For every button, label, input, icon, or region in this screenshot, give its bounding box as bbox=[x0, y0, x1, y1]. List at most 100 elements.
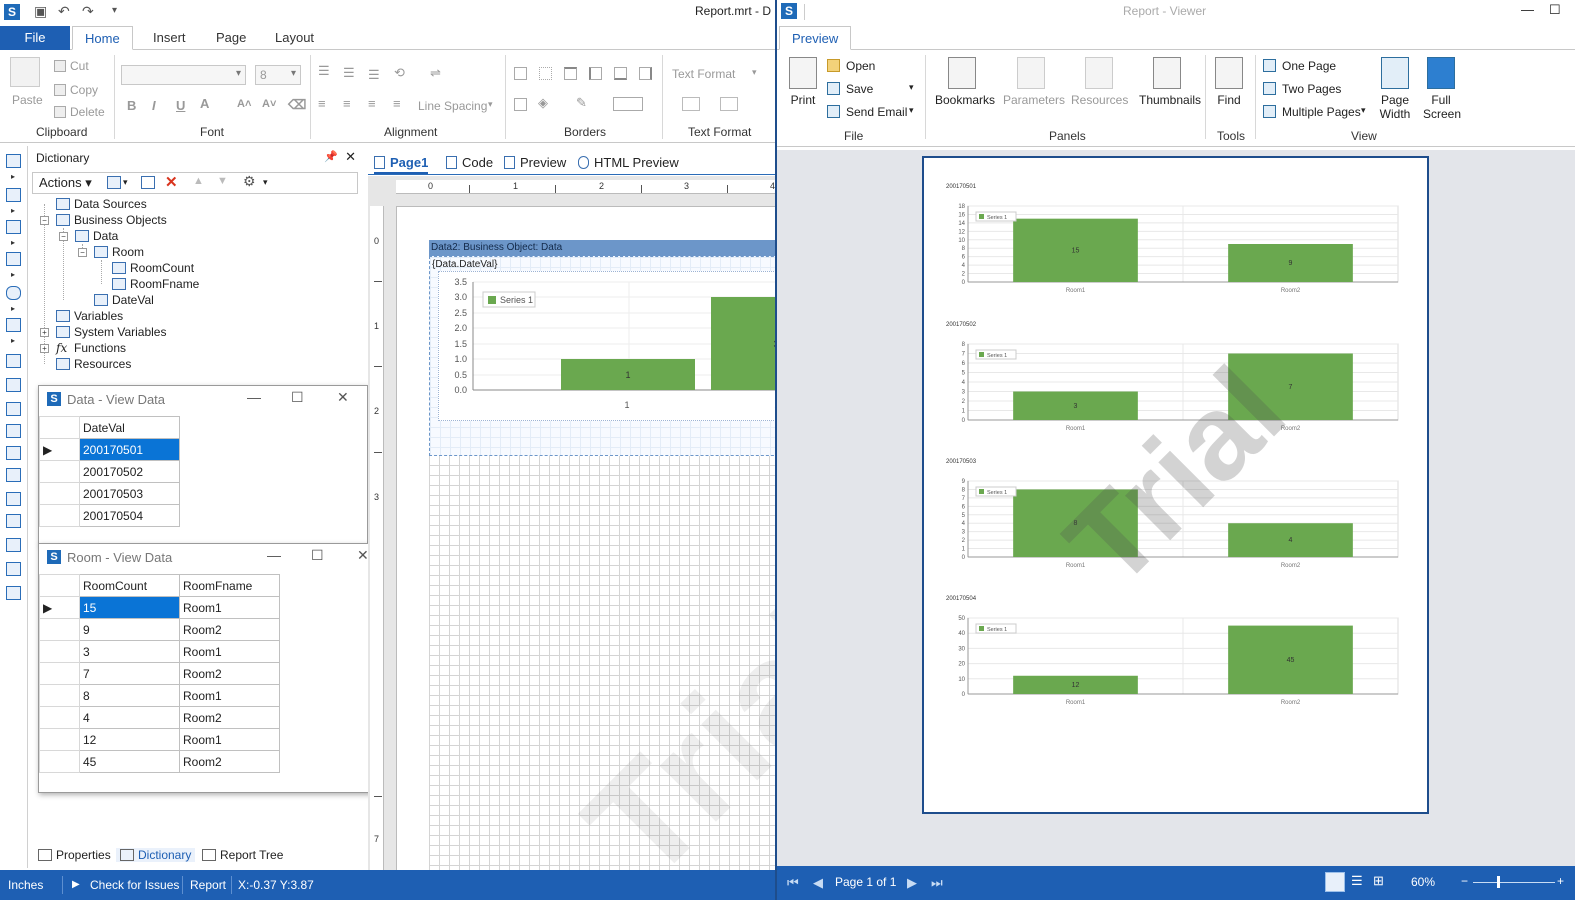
grid-cell[interactable]: 4 bbox=[79, 706, 180, 729]
tab-properties[interactable]: Properties bbox=[38, 848, 111, 862]
align-bottom-icon[interactable]: ☰ bbox=[368, 67, 380, 83]
tree-business-objects[interactable]: Business Objects bbox=[56, 212, 167, 228]
clear-format-icon[interactable]: ⌫ bbox=[288, 97, 306, 113]
open-button[interactable]: Open bbox=[827, 59, 875, 73]
column-header-roomcount[interactable]: RoomCount bbox=[79, 574, 180, 597]
design-canvas[interactable]: 0 1 2 3 4 0 1 2 3 7 Data2: Business Obje… bbox=[368, 176, 775, 870]
grid-cell[interactable]: 200170501 bbox=[79, 438, 180, 461]
tab-code[interactable]: Code bbox=[446, 151, 493, 174]
sub-report-icon[interactable] bbox=[6, 424, 21, 438]
thumbnails-button[interactable]: Thumbnails bbox=[1139, 57, 1201, 107]
next-page-icon[interactable]: ▶ bbox=[907, 875, 917, 891]
grid-cell[interactable]: 3 bbox=[79, 640, 180, 663]
grid-cell[interactable]: 7 bbox=[79, 662, 180, 685]
minimize-icon[interactable]: — bbox=[267, 547, 281, 563]
save-dropdown-icon[interactable]: ▾ bbox=[909, 82, 914, 93]
data-band-header[interactable]: Data2: Business Object: Data bbox=[429, 240, 775, 256]
tab-preview[interactable]: Preview bbox=[504, 151, 566, 174]
edit-icon[interactable] bbox=[141, 176, 155, 189]
continuous-view-icon[interactable]: ☰ bbox=[1351, 873, 1363, 889]
grid-cell[interactable]: 200170504 bbox=[79, 504, 180, 527]
tree-data[interactable]: Data bbox=[75, 228, 118, 244]
data-band[interactable]: {Data.DateVal} 3.5 3.0 2.5 2.0 1.5 1.0 0… bbox=[429, 256, 775, 456]
multiple-pages-dropdown-icon[interactable]: ▾ bbox=[1361, 105, 1366, 116]
minimize-icon[interactable]: — bbox=[1521, 2, 1534, 17]
grid-cell[interactable]: Room1 bbox=[179, 684, 280, 707]
chevron-down-icon[interactable]: ▾ bbox=[263, 177, 268, 188]
top-border-icon[interactable] bbox=[564, 67, 577, 80]
tab-layout[interactable]: Layout bbox=[263, 26, 326, 50]
interaction-icon[interactable] bbox=[720, 97, 738, 111]
left-border-icon[interactable] bbox=[589, 67, 602, 80]
grid-cell[interactable]: 45 bbox=[79, 750, 180, 773]
collapse-icon[interactable]: − bbox=[59, 232, 68, 241]
find-button[interactable]: Find bbox=[1213, 57, 1245, 107]
text-in-cells-icon[interactable] bbox=[6, 402, 21, 416]
check-for-issues-button[interactable]: Check for Issues bbox=[90, 878, 179, 892]
no-border-icon[interactable] bbox=[539, 67, 552, 80]
move-up-icon[interactable]: ▲ bbox=[193, 175, 204, 187]
resources-button[interactable]: Resources bbox=[1071, 57, 1128, 107]
tools-icon[interactable] bbox=[6, 586, 21, 600]
single-page-view-icon[interactable] bbox=[1325, 872, 1345, 892]
tab-report-tree[interactable]: Report Tree bbox=[202, 848, 283, 862]
first-page-icon[interactable]: ⏮ bbox=[787, 875, 799, 891]
chevron-right-icon[interactable]: ▸ bbox=[11, 336, 15, 345]
table-icon[interactable] bbox=[6, 492, 21, 506]
checkbox-icon[interactable] bbox=[6, 514, 21, 528]
border-style-icon[interactable] bbox=[613, 97, 643, 111]
chevron-right-icon[interactable]: ▸ bbox=[11, 206, 15, 215]
font-color-button[interactable]: A bbox=[200, 96, 209, 111]
search-component-icon[interactable] bbox=[6, 286, 21, 300]
tab-insert[interactable]: Insert bbox=[141, 26, 198, 50]
all-borders-icon[interactable] bbox=[514, 67, 527, 80]
chevron-right-icon[interactable]: ▸ bbox=[11, 238, 15, 247]
tree-data-sources[interactable]: Data Sources bbox=[56, 196, 147, 212]
zoom-slider-track[interactable] bbox=[1473, 882, 1555, 883]
close-icon[interactable]: ✕ bbox=[357, 547, 369, 564]
send-email-button[interactable]: Send Email bbox=[827, 105, 907, 119]
column-header-dateval[interactable]: DateVal bbox=[79, 416, 180, 439]
full-screen-button[interactable]: Full Screen bbox=[1423, 57, 1461, 121]
grid-cell[interactable]: 200170503 bbox=[79, 482, 180, 505]
align-justify-icon[interactable]: ≡ bbox=[393, 96, 401, 111]
one-page-button[interactable]: One Page bbox=[1263, 59, 1336, 73]
collapse-icon[interactable]: − bbox=[40, 216, 49, 225]
print-button[interactable]: Print bbox=[787, 57, 819, 107]
parameters-button[interactable]: Parameters bbox=[1003, 57, 1065, 107]
tab-page1[interactable]: Page1 bbox=[374, 151, 429, 174]
grid-cell[interactable]: 15 bbox=[79, 596, 180, 619]
copy-button[interactable]: Copy bbox=[54, 83, 98, 97]
bold-button[interactable]: B bbox=[127, 98, 136, 113]
close-icon[interactable]: ✕ bbox=[337, 389, 349, 406]
multiple-pages-button[interactable]: Multiple Pages bbox=[1263, 105, 1361, 119]
rotate-text-icon[interactable]: ⟲ bbox=[394, 65, 405, 81]
gear-icon[interactable]: ⚙ bbox=[243, 173, 256, 190]
page-width-button[interactable]: Page Width bbox=[1377, 57, 1413, 121]
tab-home[interactable]: Home bbox=[72, 26, 133, 50]
tree-dateval[interactable]: DateVal bbox=[94, 292, 154, 308]
undo-icon[interactable]: ↶ bbox=[58, 3, 70, 20]
grid-cell[interactable]: Room2 bbox=[179, 750, 280, 773]
grid-cell[interactable]: Room2 bbox=[179, 618, 280, 641]
maximize-icon[interactable]: ☐ bbox=[291, 389, 304, 406]
tab-html-preview[interactable]: HTML Preview bbox=[578, 151, 679, 174]
collapse-icon[interactable]: − bbox=[78, 248, 87, 257]
grid-cell[interactable]: 8 bbox=[79, 684, 180, 707]
grid-cell[interactable]: 12 bbox=[79, 728, 180, 751]
grid-cell[interactable]: 9 bbox=[79, 618, 180, 641]
multi-page-view-icon[interactable]: ⊞ bbox=[1373, 873, 1384, 889]
delete-button[interactable]: Delete bbox=[54, 105, 105, 119]
redo-icon[interactable]: ↷ bbox=[82, 3, 94, 20]
delete-icon[interactable]: ✕ bbox=[165, 173, 178, 191]
tree-roomfname[interactable]: RoomFname bbox=[112, 276, 199, 292]
last-page-icon[interactable]: ⏭ bbox=[931, 875, 943, 891]
align-top-icon[interactable]: ☰ bbox=[318, 63, 330, 79]
tree-roomcount[interactable]: RoomCount bbox=[112, 260, 194, 276]
zoom-slider-thumb[interactable] bbox=[1497, 876, 1500, 888]
line-spacing-dropdown-icon[interactable]: ▾ bbox=[488, 99, 493, 110]
paste-button[interactable]: Paste bbox=[12, 93, 43, 107]
preview-area[interactable]: 200170501 0 2 4 6 8 10 12 14 16 18 15 Room1 9 Room2 Se… bbox=[777, 150, 1575, 866]
grid-cell[interactable]: Room2 bbox=[179, 706, 280, 729]
chevron-right-icon[interactable]: ▸ bbox=[11, 270, 15, 279]
